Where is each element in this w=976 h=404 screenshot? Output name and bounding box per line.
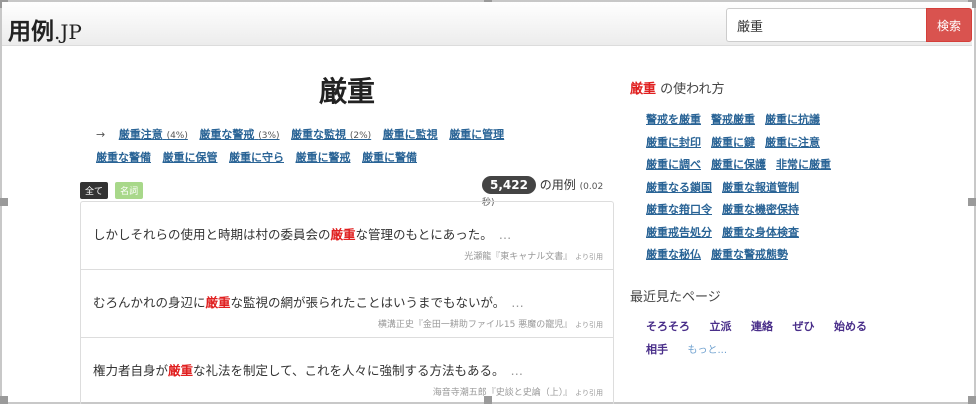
sidebar: 厳重 の使われ方 警戒を厳重 警戒厳重 厳重に抗議 厳重に封印 厳重に鍵 厳重に注意 厳… bbox=[630, 78, 960, 267]
usage-link[interactable]: 厳重な報道管制 bbox=[722, 181, 799, 194]
related-link[interactable]: 厳重に管理 bbox=[449, 128, 504, 141]
usage-link[interactable]: 厳重に保護 bbox=[711, 158, 766, 171]
related-phrases: → 厳重注意 (4%) 厳重な警戒 (3%) 厳重な監視 (2%) 厳重に監視 … bbox=[96, 124, 566, 169]
usage-link[interactable]: 厳重に鍵 bbox=[711, 136, 755, 149]
resize-handle-bottom-left[interactable] bbox=[0, 396, 8, 404]
page-title: 厳重 bbox=[318, 75, 375, 108]
site-header: 用例.JP 検索 bbox=[2, 2, 972, 46]
related-link[interactable]: 厳重な警戒 (3%) bbox=[199, 128, 279, 141]
list-item[interactable]: 権力者自身が厳重な礼法を制定して、これを人々に強制する方法もある。… 海音寺潮五… bbox=[81, 338, 613, 404]
count-badge: 5,422 bbox=[482, 176, 536, 194]
usage-link[interactable]: 厳重な秘仏 bbox=[646, 248, 701, 261]
usage-link[interactable]: 警戒厳重 bbox=[711, 113, 755, 126]
example-sentence: むろんかれの身辺に厳重な監視の網が張られたことはいうまでもないが。… bbox=[93, 295, 524, 310]
recent-link[interactable]: 連絡 bbox=[751, 320, 773, 333]
related-link[interactable]: 厳重注意 (4%) bbox=[119, 128, 188, 141]
recent-link[interactable]: 相手 bbox=[646, 343, 668, 356]
list-item[interactable]: しかしそれらの使用と時期は村の委員会の厳重な管理のもとにあった。… 光瀬龍『東キ… bbox=[81, 202, 613, 270]
usage-title: 厳重 の使われ方 bbox=[630, 82, 725, 97]
usage-link[interactable]: 厳重な身体検査 bbox=[722, 226, 799, 239]
search-input[interactable] bbox=[726, 8, 926, 42]
source-citation: 海音寺潮五郎『史談と史論（上）』 より引用 bbox=[432, 388, 603, 398]
related-link[interactable]: 厳重に保管 bbox=[163, 151, 218, 164]
usage-link[interactable]: 厳重な機密保持 bbox=[722, 203, 799, 216]
list-item[interactable]: むろんかれの身辺に厳重な監視の網が張られたことはいうまでもないが。… 横溝正史『… bbox=[81, 270, 613, 338]
related-line-1: → 厳重注意 (4%) 厳重な警戒 (3%) 厳重な監視 (2%) 厳重に監視 … bbox=[96, 124, 566, 147]
usage-links: 警戒を厳重 警戒厳重 厳重に抗議 厳重に封印 厳重に鍵 厳重に注意 厳重に調べ 厳重に保護… bbox=[646, 109, 946, 267]
usage-link[interactable]: 厳重に調べ bbox=[646, 158, 701, 171]
recent-link[interactable]: そろそろ bbox=[646, 320, 690, 333]
usage-link[interactable]: 厳重戒告処分 bbox=[646, 226, 712, 239]
resize-handle-middle-left[interactable] bbox=[0, 198, 8, 206]
count-suffix: の用例 bbox=[539, 178, 576, 192]
recent-link[interactable]: 始める bbox=[834, 320, 867, 333]
related-link[interactable]: 厳重に警備 bbox=[362, 151, 417, 164]
recent-pages-title: 最近見たページ bbox=[630, 290, 721, 305]
usage-link[interactable]: 警戒を厳重 bbox=[646, 113, 701, 126]
resize-handle-middle-right[interactable] bbox=[968, 198, 976, 206]
recent-pages: そろそろ 立派 連絡 ぜひ 始める 相手 もっと... bbox=[646, 315, 946, 362]
usage-link[interactable]: 厳重に封印 bbox=[646, 136, 701, 149]
recent-link[interactable]: ぜひ bbox=[793, 320, 815, 333]
source-citation: 横溝正史『金田一耕助ファイル15 悪魔の寵児』 より引用 bbox=[377, 320, 603, 330]
related-link[interactable]: 厳重に警戒 bbox=[296, 151, 351, 164]
usage-link[interactable]: 非常に厳重 bbox=[776, 158, 831, 171]
logo-tld: .JP bbox=[54, 20, 82, 44]
resize-handle-bottom-right[interactable] bbox=[968, 396, 976, 404]
arrow-icon: → bbox=[96, 128, 106, 141]
usage-link[interactable]: 厳重なる鎖国 bbox=[646, 181, 712, 194]
related-link[interactable]: 厳重な監視 (2%) bbox=[291, 128, 371, 141]
related-link[interactable]: 厳重に守ら bbox=[229, 151, 284, 164]
usage-link[interactable]: 厳重な箝口令 bbox=[646, 203, 712, 216]
search-button[interactable]: 検索 bbox=[926, 8, 972, 42]
usage-link[interactable]: 厳重な警戒態勢 bbox=[711, 248, 788, 261]
example-sentence: 権力者自身が厳重な礼法を制定して、これを人々に強制する方法もある。… bbox=[93, 363, 524, 378]
usage-link[interactable]: 厳重に抗議 bbox=[765, 113, 820, 126]
results-list: しかしそれらの使用と時期は村の委員会の厳重な管理のもとにあった。… 光瀬龍『東キ… bbox=[80, 201, 614, 404]
more-link[interactable]: もっと... bbox=[688, 345, 728, 356]
filter-badges: 全て 名詞 bbox=[80, 179, 145, 199]
usage-link[interactable]: 厳重に注意 bbox=[765, 136, 820, 149]
filter-noun-badge[interactable]: 名詞 bbox=[115, 182, 144, 199]
logo-main: 用例 bbox=[8, 18, 54, 45]
related-line-2: 厳重な警備 厳重に保管 厳重に守ら 厳重に警戒 厳重に警備 bbox=[96, 147, 566, 169]
filter-all-badge[interactable]: 全て bbox=[80, 182, 109, 199]
source-citation: 光瀬龍『東キャナル文書』 より引用 bbox=[464, 252, 603, 262]
recent-link[interactable]: 立派 bbox=[710, 320, 732, 333]
example-sentence: しかしそれらの使用と時期は村の委員会の厳重な管理のもとにあった。… bbox=[93, 227, 512, 242]
related-link[interactable]: 厳重な警備 bbox=[96, 151, 151, 164]
site-logo[interactable]: 用例.JP bbox=[8, 12, 82, 46]
related-link[interactable]: 厳重に監視 bbox=[383, 128, 438, 141]
